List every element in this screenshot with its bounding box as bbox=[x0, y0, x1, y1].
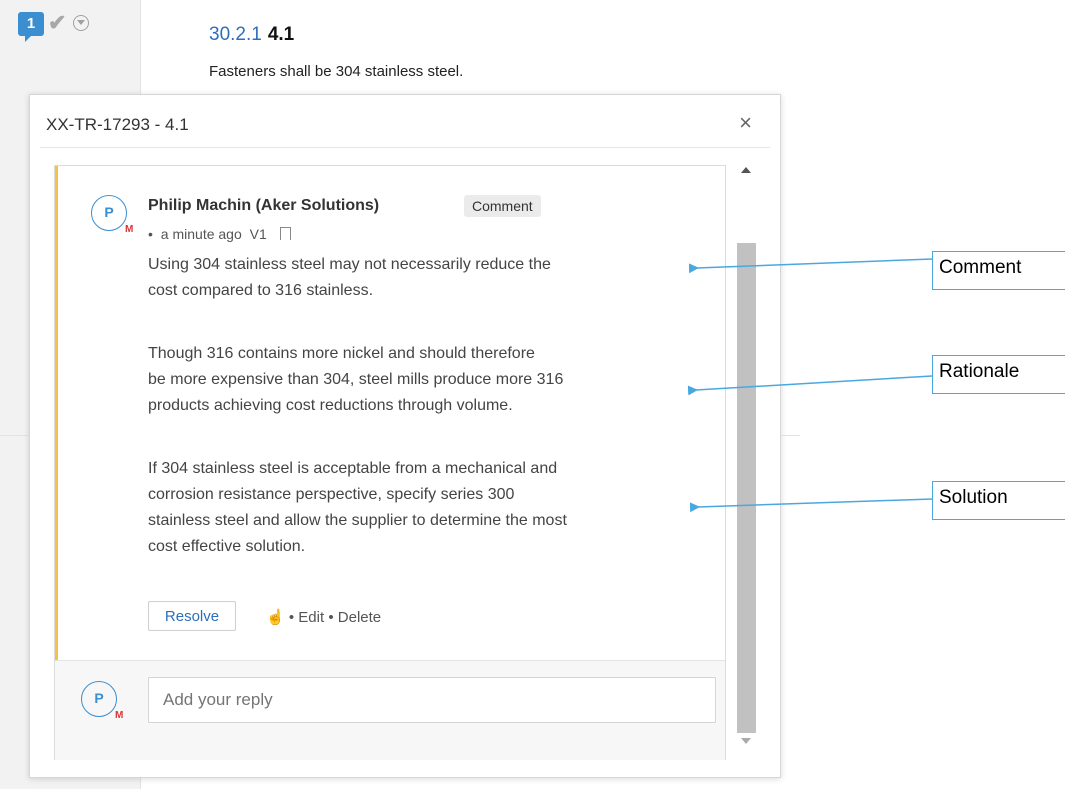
rationale-arrow bbox=[687, 375, 933, 396]
callout-arrows bbox=[687, 258, 933, 513]
callout-comment: Comment bbox=[932, 251, 1065, 290]
comment-arrow bbox=[688, 258, 933, 274]
callout-rationale: Rationale bbox=[932, 355, 1065, 394]
callout-solution: Solution bbox=[932, 481, 1065, 520]
solution-arrow bbox=[689, 498, 933, 513]
